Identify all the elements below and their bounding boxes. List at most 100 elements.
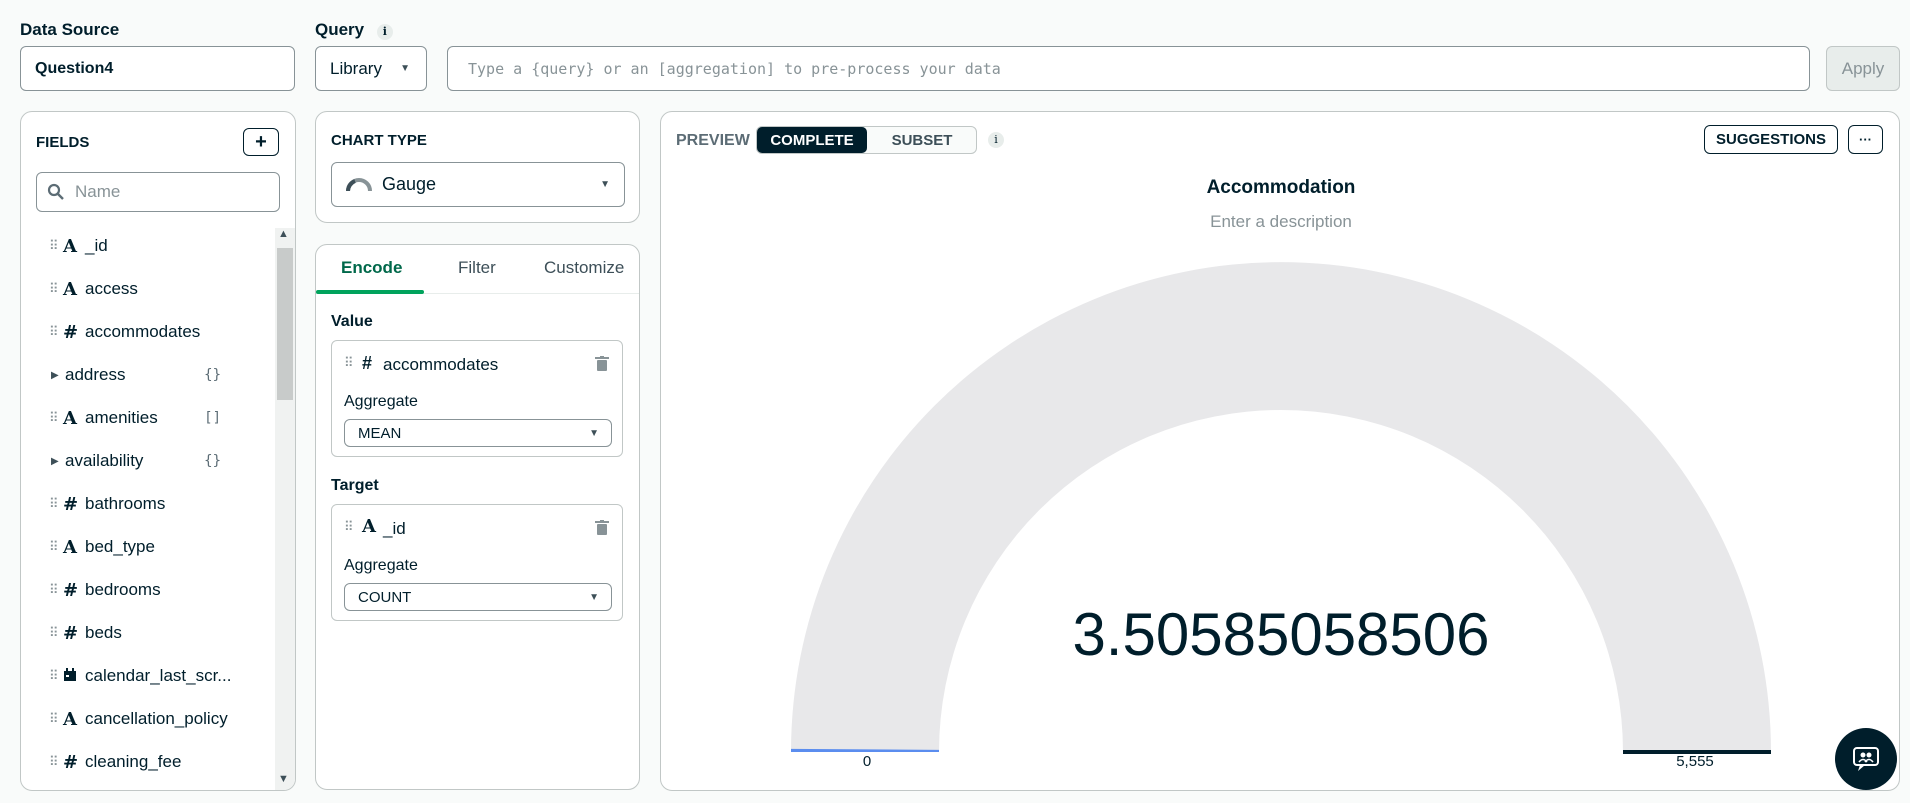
chat-assistant-button[interactable]: [1835, 728, 1897, 790]
field-item[interactable]: ⠿ # cleaning_fee: [21, 742, 251, 782]
drag-handle-icon[interactable]: ⠿: [49, 238, 63, 254]
query-placeholder: Type a {query} or an [aggregation] to pr…: [468, 59, 1001, 78]
data-source-field[interactable]: Question4: [20, 46, 295, 91]
gauge-icon: [346, 177, 372, 191]
field-name: amenities: [85, 408, 158, 427]
chart-type-select[interactable]: Gauge ▼: [331, 162, 625, 207]
trash-icon[interactable]: [595, 520, 609, 536]
object-type-icon: {}: [204, 453, 221, 469]
more-options-button[interactable]: ···: [1848, 125, 1883, 154]
chart-description[interactable]: Enter a description: [661, 212, 1899, 232]
gauge-max-label: 5,555: [1676, 753, 1714, 770]
target-encoding-card: ⠿ A _id Aggregate COUNT ▼: [331, 504, 623, 621]
chart-title[interactable]: Accommodation: [661, 177, 1899, 199]
gauge-value-label: 3.50585058506: [1072, 601, 1489, 668]
field-list-scrollbar[interactable]: ▲ ▼: [275, 228, 295, 790]
field-item[interactable]: ⠿ # bathrooms: [21, 484, 251, 524]
drag-handle-icon[interactable]: ⠿: [49, 625, 63, 641]
data-source-label: Data Source: [20, 20, 120, 39]
date-type-icon: [63, 666, 85, 687]
chevron-down-icon: ▼: [589, 591, 599, 603]
suggestions-button[interactable]: SUGGESTIONS: [1704, 125, 1838, 154]
field-name: address: [65, 365, 126, 384]
field-item[interactable]: ⠿ A _id: [21, 226, 251, 266]
info-icon[interactable]: i: [376, 24, 393, 40]
fields-panel: FIELDS + Name ⠿ A _id ⠿ Aaccess ⠿ # accommodate…: [20, 111, 296, 791]
plus-icon: +: [255, 130, 267, 153]
value-encoding-card: ⠿ # accommodates Aggregate MEAN ▼: [331, 340, 623, 457]
number-type-icon: #: [63, 493, 79, 515]
info-icon[interactable]: i: [988, 132, 1004, 148]
field-item[interactable]: ⠿ Aamenities []: [21, 398, 251, 438]
target-aggregate-select[interactable]: COUNT ▼: [344, 583, 612, 611]
field-list: ⠿ A _id ⠿ Aaccess ⠿ # accommodates ▶ address{} ⠿ Aa…: [21, 226, 271, 790]
field-item[interactable]: ⠿ # accommodates: [21, 312, 251, 352]
drag-handle-icon[interactable]: ⠿: [49, 711, 63, 727]
trash-icon[interactable]: [595, 356, 609, 372]
data-source-value: Question4: [35, 59, 114, 77]
field-name: cleaning_fee: [85, 752, 182, 771]
drag-handle-icon[interactable]: ⠿: [49, 539, 63, 555]
expand-caret-icon[interactable]: ▶: [51, 456, 65, 467]
scrollbar-thumb[interactable]: [277, 248, 293, 400]
drag-handle-icon[interactable]: ⠿: [344, 355, 354, 371]
object-type-icon: {}: [204, 367, 221, 383]
value-aggregate-select[interactable]: MEAN ▼: [344, 419, 612, 447]
drag-handle-icon[interactable]: ⠿: [344, 519, 354, 535]
query-mode-select[interactable]: Library ▼: [315, 46, 427, 91]
chart-type-panel: CHART TYPE Gauge ▼: [315, 111, 640, 223]
field-item[interactable]: ▶ availability {}: [21, 441, 251, 481]
field-name: accommodates: [85, 322, 201, 341]
field-item[interactable]: ⠿ Aaccess: [21, 269, 251, 309]
field-item[interactable]: ⠿ Abed_type: [21, 527, 251, 567]
chevron-down-icon: ▼: [400, 63, 410, 74]
number-type-icon: #: [63, 321, 79, 343]
value-aggregate-label: Aggregate: [344, 393, 418, 410]
field-item[interactable]: ⠿ # beds: [21, 613, 251, 653]
target-aggregate-label: Aggregate: [344, 557, 418, 574]
tab-customize[interactable]: Customize: [544, 258, 624, 278]
field-name: bathrooms: [85, 494, 166, 513]
complete-mode-button[interactable]: COMPLETE: [757, 127, 867, 153]
field-name: bed_type: [85, 537, 155, 556]
field-name: cancellation_policy: [85, 709, 228, 728]
number-type-icon: #: [362, 353, 373, 373]
field-item[interactable]: ⠿ Acancellation_policy: [21, 699, 251, 739]
query-input[interactable]: Type a {query} or an [aggregation] to pr…: [447, 46, 1810, 91]
tab-encode[interactable]: Encode: [341, 258, 402, 278]
target-aggregate-value: COUNT: [358, 588, 412, 606]
field-item[interactable]: ▶ address {}: [21, 355, 251, 395]
drag-handle-icon[interactable]: ⠿: [49, 496, 63, 512]
query-label-text: Query: [315, 20, 365, 39]
drag-handle-icon[interactable]: ⠿: [49, 754, 63, 770]
chat-icon: [1853, 747, 1879, 771]
add-field-button[interactable]: +: [243, 128, 279, 156]
drag-handle-icon[interactable]: ⠿: [49, 324, 63, 340]
value-label: Value: [331, 313, 373, 330]
string-type-icon: A: [63, 278, 77, 300]
target-field-name: _id: [383, 519, 406, 538]
drag-handle-icon[interactable]: ⠿: [49, 668, 63, 684]
drag-handle-icon[interactable]: ⠿: [49, 582, 63, 598]
gauge-min-label: 0: [863, 753, 871, 770]
expand-caret-icon[interactable]: ▶: [51, 370, 65, 381]
apply-button[interactable]: Apply: [1826, 46, 1900, 91]
drag-handle-icon[interactable]: ⠿: [49, 281, 63, 297]
tab-filter[interactable]: Filter: [458, 258, 496, 278]
drag-handle-icon[interactable]: ⠿: [49, 410, 63, 426]
field-item[interactable]: ⠿ # bedrooms: [21, 570, 251, 610]
query-label: Query i: [315, 20, 393, 40]
active-tab-indicator: [316, 290, 424, 294]
field-item[interactable]: ⠿ calendar_last_scr...: [21, 656, 251, 696]
field-search-input[interactable]: Name: [36, 172, 280, 212]
field-name: calendar_last_scr...: [85, 666, 232, 685]
scroll-down-icon[interactable]: ▼: [278, 773, 289, 785]
search-icon: [47, 183, 64, 200]
target-label: Target: [331, 477, 379, 494]
array-type-icon: []: [204, 410, 221, 426]
number-type-icon: #: [63, 751, 79, 773]
number-type-icon: #: [63, 622, 79, 644]
field-name: access: [85, 279, 138, 298]
scroll-up-icon[interactable]: ▲: [278, 228, 289, 240]
subset-mode-button[interactable]: SUBSET: [867, 127, 977, 153]
